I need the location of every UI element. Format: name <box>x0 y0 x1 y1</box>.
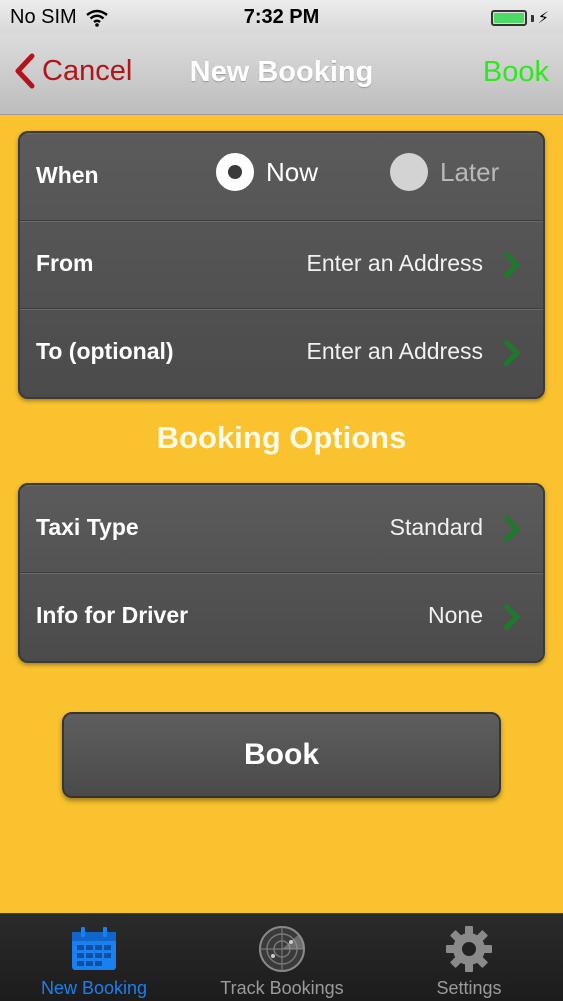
to-label: To (optional) <box>36 338 174 364</box>
radio-selected-icon <box>216 153 254 191</box>
driver-info-label: Info for Driver <box>36 602 189 628</box>
book-button[interactable]: Book <box>62 712 501 798</box>
chevron-right-icon <box>503 251 521 279</box>
tab-settings[interactable]: Settings <box>375 914 563 1001</box>
tab-settings-label: Settings <box>436 978 502 998</box>
book-nav-button[interactable]: Book <box>483 56 549 89</box>
driver-info-value: None <box>428 602 483 628</box>
options-panel: Taxi Type Standard Info for Driver None <box>18 483 545 663</box>
tab-bar: New Booking Track Bookings Settings <box>0 913 563 1001</box>
from-label: From <box>36 250 94 276</box>
charging-icon: ⚡ <box>537 10 549 27</box>
trip-panel: When Now Later From Enter an Address To … <box>18 131 545 399</box>
radio-later-label: Later <box>440 156 500 187</box>
from-row[interactable]: From Enter an Address <box>20 221 543 309</box>
taxi-type-label: Taxi Type <box>36 514 139 540</box>
tab-new-booking[interactable]: New Booking <box>0 914 188 1001</box>
booking-options-title: Booking Options <box>156 420 407 455</box>
tab-new-booking-label: New Booking <box>40 978 148 998</box>
radio-now-label: Now <box>266 156 319 187</box>
driver-info-row[interactable]: Info for Driver None <box>20 573 543 661</box>
when-label: When <box>36 162 99 188</box>
calendar-icon <box>72 927 116 970</box>
tab-track-bookings[interactable]: Track Bookings <box>188 914 376 1001</box>
status-bar: No SIM 7:32 PM ⚡ <box>0 0 563 34</box>
chevron-right-icon <box>503 515 521 543</box>
radar-icon <box>259 926 305 972</box>
taxi-type-row[interactable]: Taxi Type Standard <box>20 485 543 573</box>
battery-icon: ⚡ <box>490 8 549 28</box>
status-time: 7:32 PM <box>243 6 320 28</box>
from-value: Enter an Address <box>306 250 483 276</box>
to-value: Enter an Address <box>306 338 483 364</box>
when-row: When Now Later <box>20 133 543 221</box>
tab-track-bookings-label: Track Bookings <box>220 978 344 998</box>
taxi-type-value: Standard <box>389 514 483 540</box>
radio-now[interactable]: Now <box>216 153 318 191</box>
chevron-right-icon <box>503 603 521 631</box>
chevron-right-icon <box>503 339 521 367</box>
radio-unselected-icon <box>390 153 428 191</box>
page-title: New Booking <box>189 56 374 88</box>
to-row[interactable]: To (optional) Enter an Address <box>20 309 543 397</box>
gear-icon <box>446 926 492 972</box>
navigation-bar: Cancel New Booking Book <box>0 34 563 115</box>
radio-later[interactable]: Later <box>390 153 499 191</box>
